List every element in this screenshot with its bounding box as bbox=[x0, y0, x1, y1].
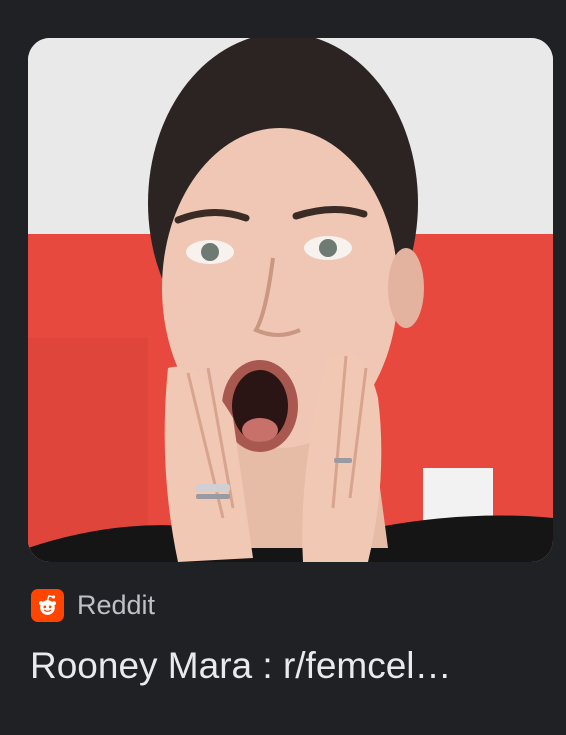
result-thumbnail[interactable] bbox=[28, 38, 553, 562]
source-name: Reddit bbox=[77, 590, 156, 620]
result-source[interactable]: Reddit bbox=[31, 588, 155, 622]
thumbnail-photo bbox=[28, 38, 553, 562]
image-result-card[interactable]: Reddit Rooney Mara : r/femcel… bbox=[0, 0, 566, 735]
reddit-icon bbox=[31, 588, 64, 622]
result-title-link[interactable]: Rooney Mara : r/femcel… bbox=[30, 642, 540, 690]
